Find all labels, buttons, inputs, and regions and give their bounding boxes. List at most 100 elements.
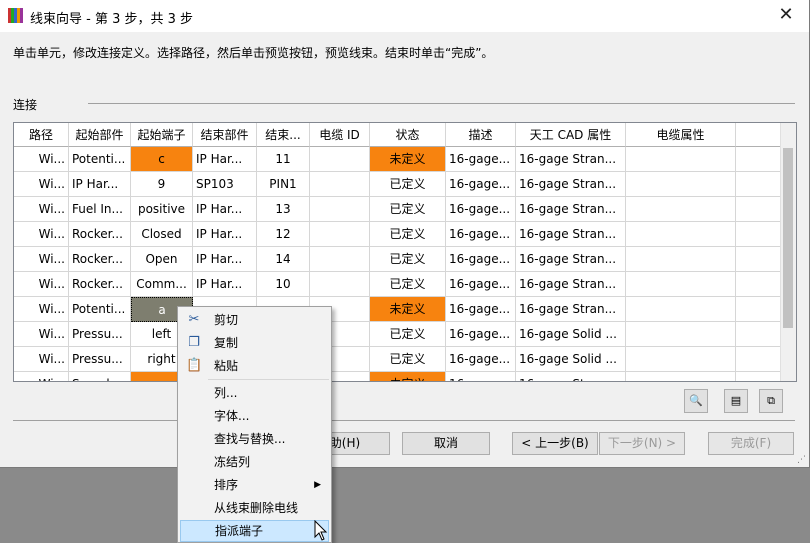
cell-cable-id[interactable] xyxy=(310,147,370,172)
column-header-start-part[interactable]: 起始部件 xyxy=(69,123,131,147)
cell-cable-id[interactable] xyxy=(310,272,370,297)
cell-cable-attributes[interactable] xyxy=(626,247,736,272)
cell-cable-id[interactable] xyxy=(310,197,370,222)
cell-description[interactable]: 16-gage... xyxy=(446,272,516,297)
cell-start-terminal[interactable]: Closed xyxy=(131,222,193,247)
cell-path[interactable]: Wi... xyxy=(14,322,69,347)
cell-start-part[interactable]: Rocker... xyxy=(69,272,131,297)
column-header-cable-attributes[interactable]: 电缆属性 xyxy=(626,123,736,147)
cell-path[interactable]: Wi... xyxy=(14,222,69,247)
cell-description[interactable]: 16-gage... xyxy=(446,372,516,381)
next-button[interactable]: 下一步(N) > xyxy=(599,432,685,455)
cell-start-terminal[interactable]: 9 xyxy=(131,172,193,197)
cell-path[interactable]: Wi... xyxy=(14,147,69,172)
menu-item-0[interactable]: ✂ 剪切 xyxy=(180,309,329,331)
column-header-end-terminal[interactable]: 结束... xyxy=(257,123,310,147)
menu-item-1[interactable]: ❐ 复制 xyxy=(180,332,329,354)
cell-status[interactable]: 未定义 xyxy=(370,297,446,322)
cell-end-part[interactable]: IP Har... xyxy=(193,197,257,222)
cell-end-part[interactable]: IP Har... xyxy=(193,272,257,297)
menu-item-9[interactable]: 指派端子 xyxy=(180,520,329,542)
cell-cable-attributes[interactable] xyxy=(626,272,736,297)
cell-end-part[interactable]: IP Har... xyxy=(193,147,257,172)
cell-description[interactable]: 16-gage... xyxy=(446,147,516,172)
cell-description[interactable]: 16-gage... xyxy=(446,172,516,197)
menu-item-3[interactable]: 列... xyxy=(180,382,329,404)
cell-status[interactable]: 已定义 xyxy=(370,347,446,372)
previous-button[interactable]: < 上一步(B) xyxy=(512,432,598,455)
cell-path[interactable]: Wi... xyxy=(14,172,69,197)
cell-cable-attributes[interactable] xyxy=(626,297,736,322)
column-header-path[interactable]: 路径 xyxy=(14,123,69,147)
cell-cad-attributes[interactable]: 16-gage Stran... xyxy=(516,297,626,322)
cell-description[interactable]: 16-gage... xyxy=(446,297,516,322)
cell-cad-attributes[interactable]: 16-gage Solid ... xyxy=(516,322,626,347)
cell-start-terminal[interactable]: positive xyxy=(131,197,193,222)
cell-cable-attributes[interactable] xyxy=(626,322,736,347)
cell-end-part[interactable]: IP Har... xyxy=(193,247,257,272)
cell-description[interactable]: 16-gage... xyxy=(446,322,516,347)
cell-end-terminal[interactable]: 10 xyxy=(257,272,310,297)
menu-item-4[interactable]: 字体... xyxy=(180,405,329,427)
cell-status[interactable]: 已定义 xyxy=(370,172,446,197)
cell-cable-attributes[interactable] xyxy=(626,172,736,197)
connections-grid[interactable]: 路径 起始部件 起始端子 结束部件 结束... 电缆 ID 状态 描述 天工 CAD 属性 电缆属… xyxy=(13,122,797,382)
cell-start-part[interactable]: Pressu... xyxy=(69,347,131,372)
menu-item-6[interactable]: 冻结列 xyxy=(180,451,329,473)
menu-item-7[interactable]: 排序 ▶ xyxy=(180,474,329,496)
cell-description[interactable]: 16-gage... xyxy=(446,222,516,247)
vertical-scrollbar[interactable] xyxy=(780,123,796,381)
menu-item-8[interactable]: 从线束删除电线 xyxy=(180,497,329,519)
cell-start-terminal[interactable]: Comm... xyxy=(131,272,193,297)
cell-start-part[interactable]: Potenti... xyxy=(69,147,131,172)
resize-grip[interactable]: ⋰ xyxy=(797,455,807,465)
grid-view-button[interactable]: ▤ xyxy=(724,389,748,413)
cell-start-terminal[interactable]: Open xyxy=(131,247,193,272)
cell-path[interactable]: Wi... xyxy=(14,272,69,297)
cell-end-part[interactable]: IP Har... xyxy=(193,222,257,247)
cell-cad-attributes[interactable]: 16-gage Stran... xyxy=(516,372,626,381)
preview-disabled-button[interactable]: 🔍 xyxy=(684,389,708,413)
cell-cad-attributes[interactable]: 16-gage Stran... xyxy=(516,147,626,172)
cell-cable-attributes[interactable] xyxy=(626,347,736,372)
cancel-button[interactable]: 取消 xyxy=(402,432,490,455)
cell-status[interactable]: 已定义 xyxy=(370,247,446,272)
column-header-end-part[interactable]: 结束部件 xyxy=(193,123,257,147)
cell-cable-attributes[interactable] xyxy=(626,147,736,172)
menu-item-5[interactable]: 查找与替换... xyxy=(180,428,329,450)
menu-item-2[interactable]: 📋 粘贴 xyxy=(180,355,329,377)
cell-start-part[interactable]: Rocker... xyxy=(69,222,131,247)
cell-path[interactable]: Wi... xyxy=(14,197,69,222)
cell-end-terminal[interactable]: 13 xyxy=(257,197,310,222)
scrollbar-thumb[interactable] xyxy=(783,148,793,328)
cell-start-part[interactable]: Potenti... xyxy=(69,297,131,322)
column-header-description[interactable]: 描述 xyxy=(446,123,516,147)
cell-status[interactable]: 未定义 xyxy=(370,147,446,172)
cell-start-part[interactable]: Pressu... xyxy=(69,322,131,347)
cell-status[interactable]: 已定义 xyxy=(370,222,446,247)
cell-status[interactable]: 已定义 xyxy=(370,272,446,297)
cell-end-terminal[interactable]: PIN1 xyxy=(257,172,310,197)
cell-cable-id[interactable] xyxy=(310,247,370,272)
cell-cable-id[interactable] xyxy=(310,172,370,197)
cell-start-terminal[interactable]: c xyxy=(131,147,193,172)
cell-end-terminal[interactable]: 11 xyxy=(257,147,310,172)
column-header-cad-attributes[interactable]: 天工 CAD 属性 xyxy=(516,123,626,147)
cell-cad-attributes[interactable]: 16-gage Stran... xyxy=(516,197,626,222)
cell-status[interactable]: 已定义 xyxy=(370,322,446,347)
cell-path[interactable]: Wi... xyxy=(14,347,69,372)
cell-description[interactable]: 16-gage... xyxy=(446,247,516,272)
cell-cable-attributes[interactable] xyxy=(626,372,736,381)
finish-button[interactable]: 完成(F) xyxy=(708,432,794,455)
cell-cad-attributes[interactable]: 16-gage Solid ... xyxy=(516,347,626,372)
cell-path[interactable]: Wi... xyxy=(14,297,69,322)
cell-start-part[interactable]: Rocker... xyxy=(69,247,131,272)
cell-cable-id[interactable] xyxy=(310,222,370,247)
cell-cad-attributes[interactable]: 16-gage Stran... xyxy=(516,222,626,247)
cell-end-terminal[interactable]: 14 xyxy=(257,247,310,272)
cell-cad-attributes[interactable]: 16-gage Stran... xyxy=(516,272,626,297)
close-button[interactable]: ✕ xyxy=(763,0,809,32)
cell-description[interactable]: 16-gage... xyxy=(446,347,516,372)
cell-path[interactable]: Wi... xyxy=(14,372,69,381)
cell-end-terminal[interactable]: 12 xyxy=(257,222,310,247)
